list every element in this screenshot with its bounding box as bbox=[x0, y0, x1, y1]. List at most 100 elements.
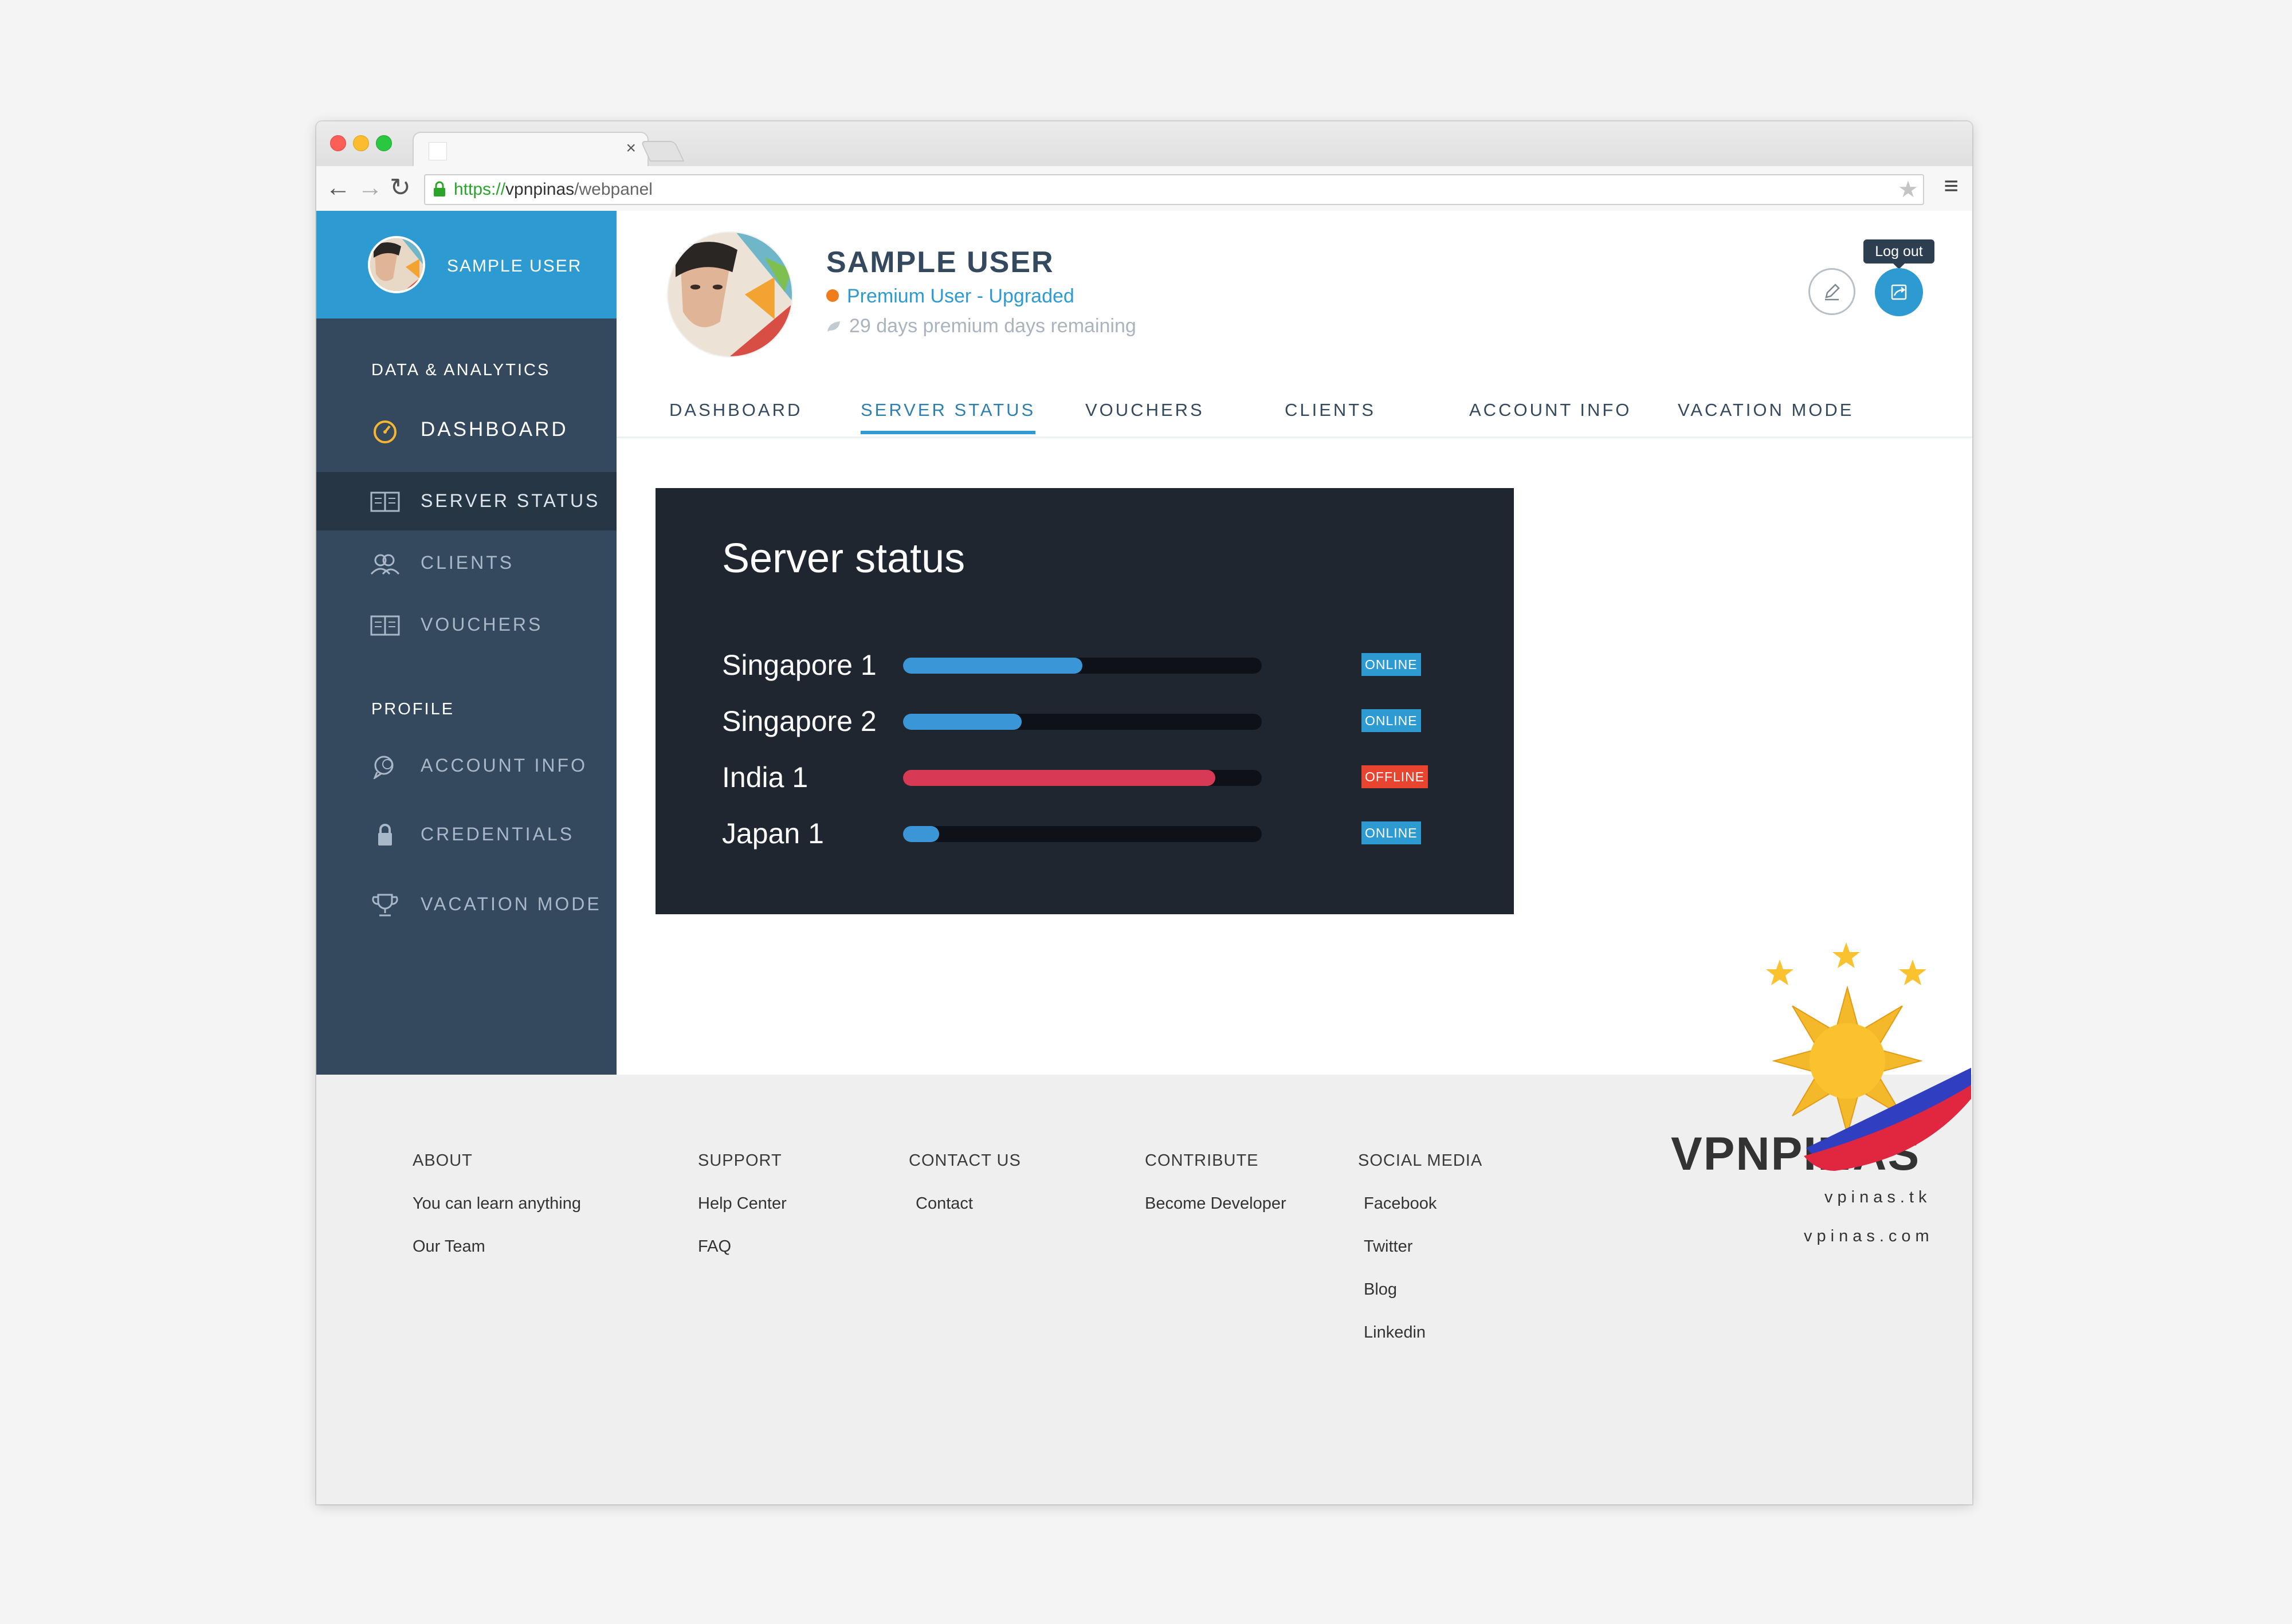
footer-column-contribute: CONTRIBUTE Become Developer bbox=[1145, 1151, 1286, 1237]
footer-column-social: SOCIAL MEDIA Facebook Twitter Blog Linke… bbox=[1358, 1151, 1482, 1366]
speedometer-icon bbox=[374, 420, 397, 443]
sidebar: SAMPLE USER DATA & ANALYTICS DASHBOARD S… bbox=[316, 211, 617, 1075]
server-name: India 1 bbox=[722, 761, 809, 793]
status-badge: ONLINE bbox=[1361, 821, 1421, 844]
address-bar[interactable]: https://vpnpinas/webpanel ★ bbox=[424, 174, 1924, 205]
browser-titlebar: × bbox=[316, 121, 1972, 168]
lock-icon bbox=[434, 181, 445, 196]
footer-link[interactable]: Help Center bbox=[698, 1194, 787, 1213]
footer-link[interactable]: You can learn anything bbox=[413, 1194, 581, 1213]
book-icon bbox=[370, 615, 400, 636]
tab-dashboard[interactable]: DASHBOARD bbox=[669, 400, 802, 431]
server-load-bar bbox=[903, 658, 1262, 674]
trophy-icon bbox=[372, 894, 398, 917]
footer-link-blog[interactable]: Blog bbox=[1358, 1280, 1482, 1299]
premium-days-remaining: 29 days premium days remaining bbox=[826, 315, 1136, 337]
panel-title: Server status bbox=[722, 536, 966, 581]
server-load-fill bbox=[903, 658, 1082, 674]
close-window-button[interactable] bbox=[330, 135, 346, 151]
sidebar-item-label: VACATION MODE bbox=[421, 894, 602, 914]
server-row: Singapore 1 ONLINE bbox=[656, 642, 1514, 698]
url-text: https://vpnpinas/webpanel bbox=[454, 180, 653, 199]
server-row: Japan 1 ONLINE bbox=[656, 810, 1514, 866]
browser-menu-icon[interactable]: ≡ bbox=[1944, 172, 1959, 200]
sidebar-item-label: DASHBOARD bbox=[421, 418, 568, 441]
tab-server-status[interactable]: SERVER STATUS bbox=[861, 400, 1036, 434]
tab-vacation-mode[interactable]: VACATION MODE bbox=[1678, 400, 1854, 431]
bookmark-star-icon[interactable]: ★ bbox=[1898, 176, 1918, 203]
server-name: Singapore 1 bbox=[722, 649, 877, 681]
back-arrow-icon[interactable]: ← bbox=[325, 174, 351, 202]
maximize-window-button[interactable] bbox=[376, 135, 392, 151]
sidebar-item-account-info[interactable]: ACCOUNT INFO bbox=[316, 737, 617, 795]
sidebar-section-profile: PROFILE bbox=[371, 700, 455, 718]
footer-link-linkedin[interactable]: Linkedin bbox=[1358, 1323, 1482, 1342]
logout-button[interactable] bbox=[1875, 268, 1923, 316]
server-name: Japan 1 bbox=[722, 817, 824, 850]
footer-link[interactable]: FAQ bbox=[698, 1237, 787, 1256]
brand-url[interactable]: vpinas.com bbox=[1804, 1227, 1934, 1246]
tab-clients[interactable]: CLIENTS bbox=[1285, 400, 1376, 431]
sidebar-item-label: VOUCHERS bbox=[421, 614, 543, 635]
brand-url[interactable]: vpinas.tk bbox=[1824, 1188, 1931, 1207]
status-badge: ONLINE bbox=[1361, 709, 1421, 732]
logout-icon bbox=[1891, 284, 1907, 300]
favicon-icon bbox=[429, 142, 447, 160]
footer: ABOUT You can learn anything Our Team SU… bbox=[316, 1075, 1972, 1504]
reload-icon[interactable]: ↻ bbox=[390, 174, 411, 202]
edit-profile-button[interactable] bbox=[1808, 268, 1855, 315]
footer-heading: SOCIAL MEDIA bbox=[1358, 1151, 1483, 1170]
footer-link[interactable]: Contact bbox=[909, 1194, 1021, 1213]
users-icon bbox=[370, 554, 400, 575]
tab-close-icon[interactable]: × bbox=[626, 139, 636, 158]
status-dot-icon bbox=[826, 289, 839, 302]
profile-status: Premium User - Upgraded bbox=[826, 285, 1074, 308]
footer-heading: CONTRIBUTE bbox=[1145, 1151, 1259, 1170]
server-row: India 1 OFFLINE bbox=[656, 754, 1514, 810]
book-icon bbox=[370, 491, 400, 512]
status-badge: ONLINE bbox=[1361, 653, 1421, 676]
sidebar-item-server-status[interactable]: SERVER STATUS bbox=[316, 472, 617, 530]
sidebar-section-data: DATA & ANALYTICS bbox=[371, 361, 551, 379]
server-load-bar bbox=[903, 714, 1262, 730]
sidebar-item-dashboard[interactable]: DASHBOARD bbox=[316, 401, 617, 459]
footer-link[interactable]: Our Team bbox=[413, 1237, 581, 1256]
sidebar-item-clients[interactable]: CLIENTS bbox=[316, 534, 617, 592]
tab-vouchers[interactable]: VOUCHERS bbox=[1085, 400, 1204, 431]
status-badge: OFFLINE bbox=[1361, 765, 1428, 788]
sidebar-item-label: ACCOUNT INFO bbox=[421, 755, 587, 776]
footer-link-twitter[interactable]: Twitter bbox=[1358, 1237, 1482, 1256]
sidebar-username: SAMPLE USER bbox=[447, 257, 582, 276]
sidebar-item-credentials[interactable]: CREDENTIALS bbox=[316, 805, 617, 864]
server-load-fill bbox=[903, 770, 1215, 786]
leaf-icon bbox=[827, 321, 840, 332]
sidebar-item-label: SERVER STATUS bbox=[421, 490, 601, 511]
browser-toolbar: ← → ↻ https://vpnpinas/webpanel ★ ≡ bbox=[316, 166, 1972, 212]
footer-heading: ABOUT bbox=[413, 1151, 473, 1170]
server-row: Singapore 2 ONLINE bbox=[656, 698, 1514, 754]
footer-link[interactable]: Become Developer bbox=[1145, 1194, 1286, 1213]
server-load-bar bbox=[903, 770, 1262, 786]
sidebar-item-label: CREDENTIALS bbox=[421, 824, 575, 844]
footer-link-facebook[interactable]: Facebook bbox=[1358, 1194, 1482, 1213]
forward-arrow-icon[interactable]: → bbox=[358, 174, 383, 202]
web-panel: SAMPLE USER DATA & ANALYTICS DASHBOARD S… bbox=[316, 211, 1972, 1075]
sidebar-item-vouchers[interactable]: VOUCHERS bbox=[316, 596, 617, 654]
browser-tab[interactable]: × bbox=[413, 132, 649, 168]
tab-account-info[interactable]: ACCOUNT INFO bbox=[1469, 400, 1631, 431]
footer-heading: CONTACT US bbox=[909, 1151, 1021, 1170]
avatar[interactable] bbox=[368, 236, 425, 293]
server-load-fill bbox=[903, 714, 1022, 730]
browser-window: × ← → ↻ https://vpnpinas/webpanel ★ ≡ SA… bbox=[316, 121, 1972, 1504]
sidebar-item-vacation-mode[interactable]: VACATION MODE bbox=[316, 875, 617, 934]
footer-heading: SUPPORT bbox=[698, 1151, 782, 1170]
footer-column-support: SUPPORT Help Center FAQ bbox=[698, 1151, 787, 1280]
pencil-icon bbox=[1825, 284, 1840, 301]
lock-icon bbox=[378, 824, 392, 846]
server-load-fill bbox=[903, 826, 939, 842]
minimize-window-button[interactable] bbox=[353, 135, 369, 151]
profile-name: SAMPLE USER bbox=[826, 246, 1054, 279]
sidebar-item-label: CLIENTS bbox=[421, 552, 515, 573]
profile-avatar[interactable] bbox=[668, 233, 792, 356]
sidebar-user-header: SAMPLE USER bbox=[316, 211, 617, 318]
